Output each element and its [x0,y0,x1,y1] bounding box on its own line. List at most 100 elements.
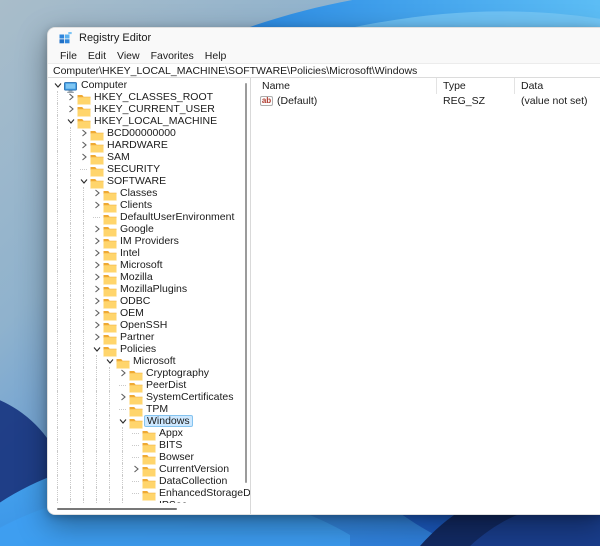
folder-icon [142,428,156,439]
tree-item-enhancedstoragedevices[interactable]: EnhancedStorageDevices [48,487,250,499]
registry-editor-window: Registry Editor FileEditViewFavoritesHel… [47,27,600,515]
tree-item-peerdist[interactable]: PeerDist [48,379,250,391]
tree-item-cryptography[interactable]: Cryptography [48,367,250,379]
chevron-down-icon[interactable] [118,415,128,427]
chevron-right-icon[interactable] [92,295,102,307]
chevron-right-icon[interactable] [66,91,76,103]
tree-item-classes[interactable]: Classes [48,187,250,199]
tree-item-defaultuserenvironment[interactable]: DefaultUserEnvironment [48,211,250,223]
tree-item-computer[interactable]: Computer [48,79,250,91]
tree-guide-line [57,379,58,391]
tree-item-systemcertificates[interactable]: SystemCertificates [48,391,250,403]
tree-guide-line [57,199,58,211]
tree-item-microsoft[interactable]: Microsoft [48,259,250,271]
address-bar-input[interactable] [48,63,600,78]
tree-item-im-providers[interactable]: IM Providers [48,235,250,247]
tree-item-hkey-current-user[interactable]: HKEY_CURRENT_USER [48,103,250,115]
menu-edit[interactable]: Edit [86,50,108,62]
chevron-right-icon[interactable] [79,127,89,139]
chevron-right-icon[interactable] [92,271,102,283]
tree-item-sam[interactable]: SAM [48,151,250,163]
menu-file[interactable]: File [58,50,79,62]
value-row-default[interactable]: ab(Default)REG_SZ(value not set) [251,94,600,108]
tree-item-hardware[interactable]: HARDWARE [48,139,250,151]
tree-guide-line [57,415,58,427]
chevron-down-icon[interactable] [79,175,89,187]
tree-item-bcd00000000[interactable]: BCD00000000 [48,127,250,139]
tree-vertical-scrollbar[interactable] [245,83,247,483]
tree-item-windows[interactable]: Windows [48,415,250,427]
tree-guide-line [122,463,123,475]
tree-item-label: PeerDist [144,379,188,391]
registry-editor-app-icon [59,32,72,44]
tree-item-odbc[interactable]: ODBC [48,295,250,307]
tree-item-label: Classes [118,187,159,199]
tree-item-currentversion[interactable]: CurrentVersion [48,463,250,475]
chevron-right-icon[interactable] [131,463,141,475]
tree-item-datacollection[interactable]: DataCollection [48,475,250,487]
tree-item-label: IM Providers [118,235,181,247]
tree-horizontal-scrollbar[interactable] [57,508,177,510]
tree-guide-line [57,235,58,247]
tree-guide-line [122,439,123,451]
tree-item-openssh[interactable]: OpenSSH [48,319,250,331]
chevron-right-icon[interactable] [92,331,102,343]
tree-item-software[interactable]: SOFTWARE [48,175,250,187]
chevron-right-icon[interactable] [92,199,102,211]
chevron-right-icon[interactable] [79,139,89,151]
tree-item-google[interactable]: Google [48,223,250,235]
chevron-down-icon[interactable] [92,343,102,355]
tree-item-hkey-local-machine[interactable]: HKEY_LOCAL_MACHINE [48,115,250,127]
tree-guide-line [70,271,71,283]
chevron-right-icon[interactable] [92,247,102,259]
menu-favorites[interactable]: Favorites [149,50,196,62]
tree-item-label: SECURITY [105,163,162,175]
tree-guide-line [83,415,84,427]
tree-item-tpm[interactable]: TPM [48,403,250,415]
tree-item-appx[interactable]: Appx [48,427,250,439]
chevron-down-icon[interactable] [105,355,115,367]
tree-guide-line [57,343,58,355]
tree-guide-line [70,355,71,367]
tree-guide-line [83,379,84,391]
chevron-right-icon[interactable] [92,187,102,199]
chevron-right-icon[interactable] [92,283,102,295]
column-header-type[interactable]: Type [437,78,515,94]
chevron-down-icon[interactable] [53,79,63,91]
chevron-right-icon[interactable] [118,367,128,379]
chevron-right-icon[interactable] [92,307,102,319]
tree-item-label: DefaultUserEnvironment [118,211,236,223]
chevron-right-icon[interactable] [92,235,102,247]
tree-item-oem[interactable]: OEM [48,307,250,319]
tree-item-label: OpenSSH [118,319,169,331]
chevron-right-icon[interactable] [66,103,76,115]
tree-item-security[interactable]: SECURITY [48,163,250,175]
tree-item-policies[interactable]: Policies [48,343,250,355]
tree-item-label: Microsoft [131,355,178,367]
tree-guide-line [122,427,123,439]
menu-help[interactable]: Help [203,50,229,62]
chevron-down-icon[interactable] [66,115,76,127]
tree-item-mozillaplugins[interactable]: MozillaPlugins [48,283,250,295]
tree-item-intel[interactable]: Intel [48,247,250,259]
tree-item-microsoft[interactable]: Microsoft [48,355,250,367]
tree-item-mozilla[interactable]: Mozilla [48,271,250,283]
tree-item-hkey-classes-root[interactable]: HKEY_CLASSES_ROOT [48,91,250,103]
chevron-right-icon[interactable] [79,151,89,163]
chevron-right-icon[interactable] [118,391,128,403]
folder-icon [77,92,91,103]
tree-item-clients[interactable]: Clients [48,199,250,211]
column-header-data[interactable]: Data [515,78,600,94]
column-header-name[interactable]: Name [251,78,437,94]
tree-connector-stub [119,385,126,386]
tree-guide-line [70,235,71,247]
chevron-right-icon[interactable] [92,259,102,271]
tree-item-partner[interactable]: Partner [48,331,250,343]
chevron-right-icon[interactable] [92,319,102,331]
tree-guide-line [57,463,58,475]
chevron-right-icon[interactable] [92,223,102,235]
menu-view[interactable]: View [115,50,142,62]
tree-guide-line [96,355,97,367]
tree-item-bits[interactable]: BITS [48,439,250,451]
tree-item-bowser[interactable]: Bowser [48,451,250,463]
